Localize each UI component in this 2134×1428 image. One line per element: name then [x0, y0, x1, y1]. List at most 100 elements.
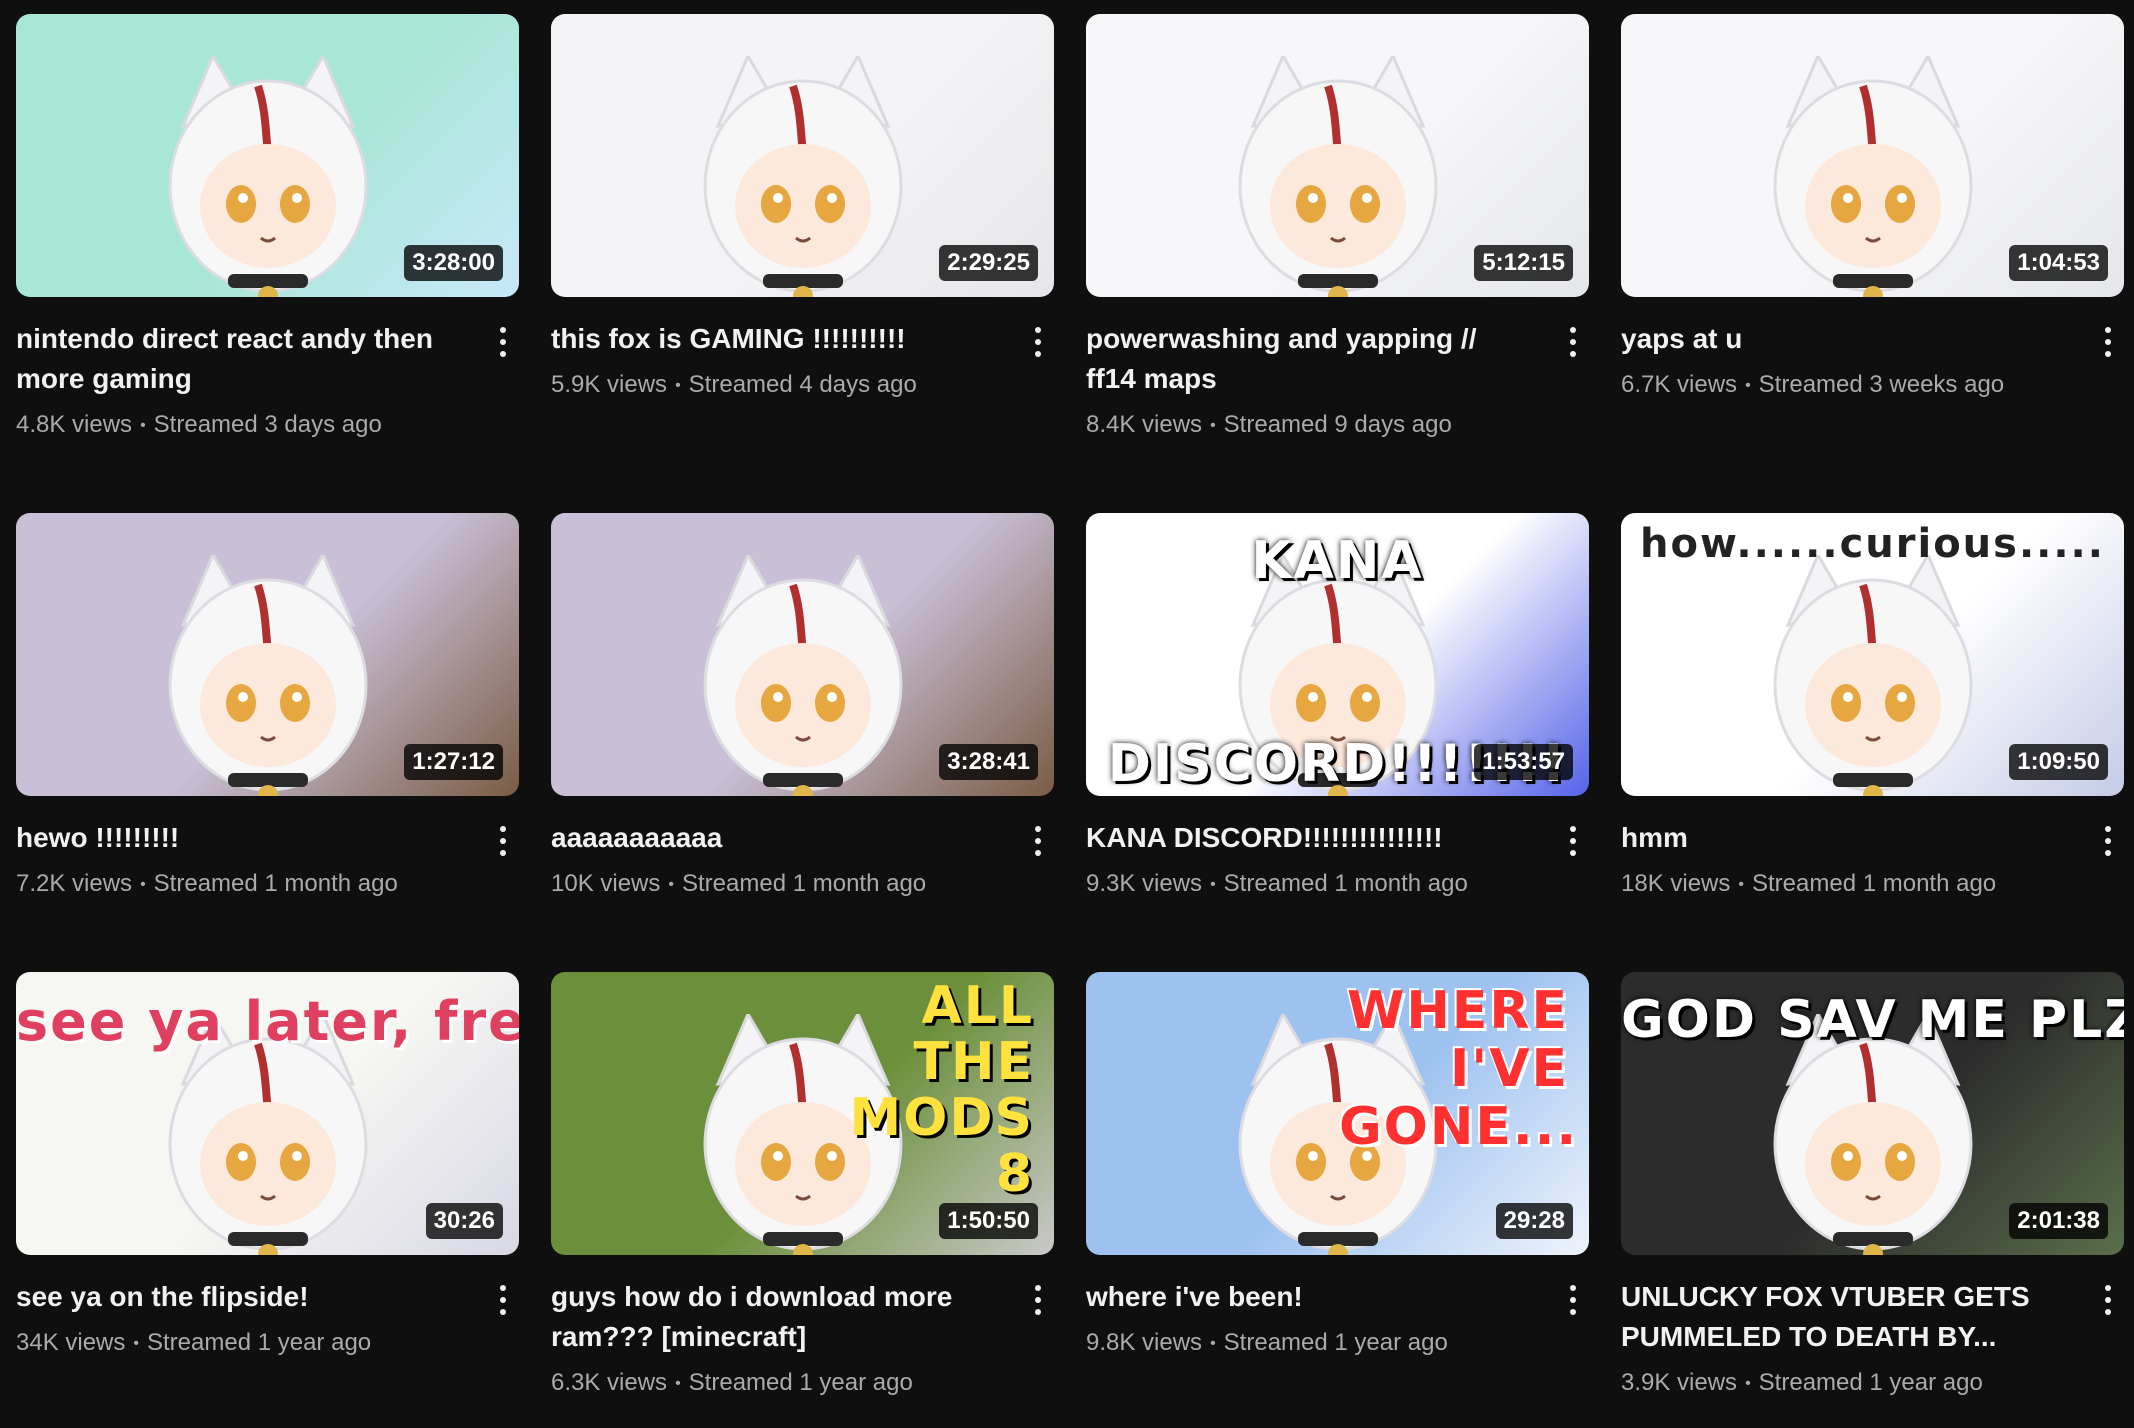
more-options-icon[interactable] — [2096, 824, 2120, 858]
video-title[interactable]: hmm — [1621, 818, 2068, 858]
more-options-icon[interactable] — [1561, 824, 1585, 858]
video-stats: 9.8K views • Streamed 1 year ago — [1086, 1327, 1533, 1362]
video-title[interactable]: KANA DISCORD!!!!!!!!!!!!!!! — [1086, 818, 1533, 858]
more-options-icon[interactable] — [2096, 325, 2120, 359]
video-thumbnail[interactable]: 3:28:00 — [16, 14, 519, 297]
more-options-icon[interactable] — [1026, 1283, 1050, 1317]
video-title[interactable]: powerwashing and yapping // ff14 maps — [1086, 319, 1533, 399]
video-thumbnail[interactable]: ALL THE MODS 8 1:50:50 — [551, 972, 1054, 1255]
video-card[interactable]: 1:27:12 hewo !!!!!!!!! 7.2K views • Streamed… — [16, 513, 519, 972]
video-thumbnail[interactable]: how......curious..... 1:09:50 — [1621, 513, 2124, 796]
character-illustration — [1773, 1014, 1972, 1255]
stream-age: Streamed 1 month ago — [153, 870, 398, 897]
video-card[interactable]: GOD SAV ME PLZ 2:01:38 UNLUCKY FOX VTUBER … — [1621, 972, 2124, 1402]
more-options-icon[interactable] — [491, 1283, 515, 1317]
video-thumbnail[interactable]: 1:27:12 — [16, 513, 519, 796]
stream-age: Streamed 1 year ago — [1758, 1369, 1983, 1396]
character-illustration — [703, 555, 902, 796]
video-thumbnail[interactable]: KANA DISCORD!!!!!!! 1:53:57 — [1086, 513, 1589, 796]
video-card[interactable]: 5:12:15 powerwashing and yapping // ff14 … — [1086, 14, 1589, 513]
menu-dot — [2105, 1285, 2111, 1291]
view-count: 6.7K views — [1621, 371, 1738, 398]
video-title[interactable]: this fox is GAMING !!!!!!!!!! — [551, 319, 998, 359]
video-stats: 6.3K views • Streamed 1 year ago — [551, 1367, 998, 1402]
separator-dot: • — [140, 876, 146, 893]
menu-dot — [1035, 838, 1041, 844]
video-card[interactable]: WHERE I'VE GONE... 29:28 where i've been! 9… — [1086, 972, 1589, 1402]
character-illustration — [168, 56, 367, 297]
more-options-icon[interactable] — [1561, 1283, 1585, 1317]
duration-badge: 30:26 — [425, 1203, 503, 1239]
separator-dot: • — [133, 1335, 139, 1352]
duration-badge: 29:28 — [1495, 1203, 1573, 1239]
menu-dot — [1035, 1309, 1041, 1315]
stream-age: Streamed 3 weeks ago — [1758, 371, 2005, 398]
more-options-icon[interactable] — [491, 824, 515, 858]
stream-age: Streamed 1 month ago — [1223, 870, 1468, 897]
view-count: 8.4K views — [1086, 411, 1203, 438]
more-options-icon[interactable] — [491, 325, 515, 359]
menu-dot — [500, 850, 506, 856]
more-options-icon[interactable] — [1026, 824, 1050, 858]
video-card[interactable]: 1:04:53 yaps at u 6.7K views • Streamed 3 we… — [1621, 14, 2124, 513]
menu-dot — [500, 1309, 506, 1315]
menu-dot — [1570, 1297, 1576, 1303]
video-details: this fox is GAMING !!!!!!!!!! 5.9K views •… — [551, 297, 1054, 404]
video-stats: 34K views • Streamed 1 year ago — [16, 1327, 463, 1362]
video-card[interactable]: 3:28:00 nintendo direct react andy then m… — [16, 14, 519, 513]
video-card[interactable]: see ya later, frens! 30:26 see ya on the f… — [16, 972, 519, 1402]
menu-dot — [1035, 1285, 1041, 1291]
video-card[interactable]: KANA DISCORD!!!!!!! 1:53:57 KANA DISCORD!!!… — [1086, 513, 1589, 972]
video-title[interactable]: nintendo direct react andy then more gam… — [16, 319, 463, 399]
menu-dot — [2105, 1297, 2111, 1303]
video-card[interactable]: how......curious..... 1:09:50 hmm 18K views… — [1621, 513, 2124, 972]
stream-age: Streamed 1 month ago — [682, 870, 927, 897]
video-stats: 4.8K views • Streamed 3 days ago — [16, 409, 463, 444]
duration-badge: 1:50:50 — [939, 1203, 1038, 1239]
duration-badge: 2:29:25 — [939, 245, 1038, 281]
menu-dot — [500, 1285, 506, 1291]
character-illustration — [703, 56, 902, 297]
video-thumbnail[interactable]: 2:29:25 — [551, 14, 1054, 297]
menu-dot — [2105, 826, 2111, 832]
duration-badge: 1:53:57 — [1474, 744, 1573, 780]
video-title[interactable]: see ya on the flipside! — [16, 1277, 463, 1317]
video-thumbnail[interactable]: GOD SAV ME PLZ 2:01:38 — [1621, 972, 2124, 1255]
video-thumbnail[interactable]: 1:04:53 — [1621, 14, 2124, 297]
video-title[interactable]: guys how do i download more ram??? [mine… — [551, 1277, 998, 1357]
more-options-icon[interactable] — [2096, 1283, 2120, 1317]
video-thumbnail[interactable]: WHERE I'VE GONE... 29:28 — [1086, 972, 1589, 1255]
thumbnail-caption: see ya later, frens! — [16, 990, 519, 1053]
video-details: see ya on the flipside! 34K views • Streame… — [16, 1255, 519, 1362]
menu-dot — [2105, 327, 2111, 333]
menu-dot — [1035, 339, 1041, 345]
video-title[interactable]: yaps at u — [1621, 319, 2068, 359]
video-stats: 5.9K views • Streamed 4 days ago — [551, 369, 998, 404]
menu-dot — [500, 339, 506, 345]
video-card[interactable]: 2:29:25 this fox is GAMING !!!!!!!!!! 5.9K… — [551, 14, 1054, 513]
view-count: 6.3K views — [551, 1369, 668, 1396]
video-card[interactable]: 3:28:41 aaaaaaaaaaa 10K views • Streamed 1 m… — [551, 513, 1054, 972]
menu-dot — [500, 1297, 506, 1303]
video-title[interactable]: UNLUCKY FOX VTUBER GETS PUMMELED TO DEAT… — [1621, 1277, 2068, 1357]
separator-dot: • — [1210, 417, 1216, 434]
video-details: yaps at u 6.7K views • Streamed 3 weeks ago — [1621, 297, 2124, 404]
video-stats: 3.9K views • Streamed 1 year ago — [1621, 1367, 2068, 1402]
video-thumbnail[interactable]: 3:28:41 — [551, 513, 1054, 796]
video-grid: 3:28:00 nintendo direct react andy then m… — [16, 14, 2124, 1402]
video-title[interactable]: aaaaaaaaaaa — [551, 818, 998, 858]
view-count: 7.2K views — [16, 870, 133, 897]
thumbnail-caption: how......curious..... — [1640, 521, 2105, 567]
separator-dot: • — [675, 377, 681, 394]
video-title[interactable]: where i've been! — [1086, 1277, 1533, 1317]
more-options-icon[interactable] — [1561, 325, 1585, 359]
video-thumbnail[interactable]: 5:12:15 — [1086, 14, 1589, 297]
video-title[interactable]: hewo !!!!!!!!! — [16, 818, 463, 858]
video-details: guys how do i download more ram??? [mine… — [551, 1255, 1054, 1402]
more-options-icon[interactable] — [1026, 325, 1050, 359]
video-thumbnail[interactable]: see ya later, frens! 30:26 — [16, 972, 519, 1255]
video-card[interactable]: ALL THE MODS 8 1:50:50 guys how do i downl… — [551, 972, 1054, 1402]
stream-age: Streamed 1 month ago — [1752, 870, 1997, 897]
separator-dot: • — [668, 876, 674, 893]
video-details: hmm 18K views • Streamed 1 month ago — [1621, 796, 2124, 903]
